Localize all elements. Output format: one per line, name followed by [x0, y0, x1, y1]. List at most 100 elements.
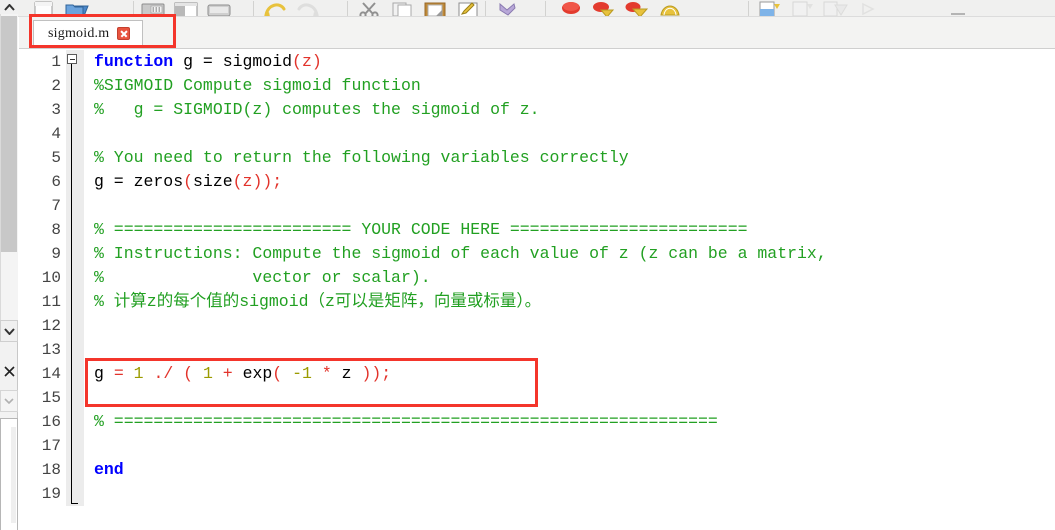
fold-column[interactable] [66, 74, 84, 98]
line-content[interactable]: % You need to return the following varia… [84, 146, 1055, 170]
fold-column[interactable] [66, 338, 84, 362]
line-content[interactable] [84, 314, 1055, 338]
code-line[interactable]: 2 %SIGMOID Compute sigmoid function [19, 74, 1055, 98]
fold-column[interactable] [66, 98, 84, 122]
fold-column[interactable] [66, 266, 84, 290]
code-line[interactable]: 13 [19, 338, 1055, 362]
code-line[interactable]: 10 % vector or scalar). [19, 266, 1055, 290]
stop-icon[interactable] [855, 1, 881, 16]
fold-column[interactable] [66, 290, 84, 314]
line-content[interactable]: % g = SIGMOID(z) computes the sigmoid of… [84, 98, 1055, 122]
code-line[interactable]: 16 % ====================================… [19, 410, 1055, 434]
code-line[interactable]: 9 % Instructions: Compute the sigmoid of … [19, 242, 1055, 266]
fold-column[interactable] [66, 122, 84, 146]
code-line[interactable]: 18 end [19, 458, 1055, 482]
code-line[interactable]: 8 % ======================== YOUR CODE HE… [19, 218, 1055, 242]
token-blk: z [341, 364, 362, 383]
code-line[interactable]: 11 % 计算z的每个值的sigmoid（z可以是矩阵，向量或标量）。 [19, 290, 1055, 314]
new-script-icon[interactable] [30, 1, 56, 16]
code-line[interactable]: 7 [19, 194, 1055, 218]
line-content[interactable] [84, 434, 1055, 458]
line-content[interactable] [84, 122, 1055, 146]
undo-icon[interactable] [262, 1, 288, 16]
fold-column[interactable] [66, 458, 84, 482]
fold-column[interactable] [66, 386, 84, 410]
scrollbar-thumb[interactable] [1, 16, 17, 252]
line-content[interactable]: % vector or scalar). [84, 266, 1055, 290]
toolbar-group-clipboard [356, 0, 481, 16]
print-icon[interactable] [206, 1, 232, 16]
line-content[interactable]: function g = sigmoid(z) [84, 50, 1055, 74]
fold-column[interactable] [66, 434, 84, 458]
fold-column[interactable] [66, 218, 84, 242]
close-icon[interactable] [117, 27, 131, 40]
token-red: * [321, 364, 342, 383]
copy-icon[interactable] [389, 1, 415, 16]
line-content[interactable] [84, 338, 1055, 362]
line-number: 19 [19, 482, 66, 506]
line-content[interactable]: g = 1 ./ ( 1 + exp( -1 * z )); [84, 362, 1055, 386]
tab-bar: sigmoid.m [19, 17, 1055, 49]
chevron-down-icon[interactable] [0, 390, 18, 412]
code-line[interactable]: 3 % g = SIGMOID(z) computes the sigmoid o… [19, 98, 1055, 122]
fold-column[interactable] [66, 146, 84, 170]
fold-column[interactable] [66, 362, 84, 386]
code-line[interactable]: 15 [19, 386, 1055, 410]
fold-column[interactable] [66, 410, 84, 434]
line-content[interactable]: % ======================================… [84, 410, 1055, 434]
step-icon[interactable] [657, 1, 683, 16]
chevron-down-icon[interactable] [0, 320, 18, 342]
close-icon[interactable] [0, 360, 18, 382]
line-content[interactable]: end [84, 458, 1055, 482]
save-icon[interactable] [140, 1, 166, 16]
step-out-icon[interactable] [789, 1, 815, 16]
line-content[interactable] [84, 386, 1055, 410]
code-line[interactable]: 4 [19, 122, 1055, 146]
code-line[interactable]: 5 % You need to return the following vari… [19, 146, 1055, 170]
toolbar-group-run [558, 0, 683, 16]
code-line[interactable]: 12 [19, 314, 1055, 338]
line-content[interactable]: % 计算z的每个值的sigmoid（z可以是矩阵，向量或标量）。 [84, 290, 1055, 314]
continue-icon[interactable] [822, 1, 848, 16]
collapse-fold-icon[interactable] [67, 54, 77, 64]
paste-icon[interactable] [422, 1, 448, 16]
edit-icon[interactable] [455, 1, 481, 16]
code-editor[interactable]: 1 function g = sigmoid(z) 2 %SIGMOID Comput… [19, 50, 1055, 530]
fold-column[interactable] [66, 242, 84, 266]
run-and-advance-icon[interactable] [591, 1, 617, 16]
left-scroll-rail [0, 0, 18, 530]
open-file-icon[interactable] [63, 1, 89, 16]
token-red: ( [272, 364, 293, 383]
redo-icon[interactable] [295, 1, 321, 16]
chevron-up-icon[interactable] [0, 0, 18, 14]
fold-column[interactable] [66, 194, 84, 218]
code-line[interactable]: 6 g = zeros(size(z)); [19, 170, 1055, 194]
toolbar-separator [485, 1, 486, 16]
line-content[interactable]: % ======================== YOUR CODE HER… [84, 218, 1055, 242]
fold-column[interactable] [66, 314, 84, 338]
token-blk: exp [242, 364, 273, 383]
line-number: 15 [19, 386, 66, 410]
line-content[interactable] [84, 482, 1055, 506]
token-red: (z)); [232, 172, 283, 191]
breakpoint-icon[interactable] [494, 1, 520, 16]
line-number: 9 [19, 242, 66, 266]
code-line[interactable]: 14 g = 1 ./ ( 1 + exp( -1 * z )); [19, 362, 1055, 386]
compare-icon[interactable] [173, 1, 199, 16]
line-content[interactable]: g = zeros(size(z)); [84, 170, 1055, 194]
side-panel [0, 418, 18, 530]
line-content[interactable]: %SIGMOID Compute sigmoid function [84, 74, 1055, 98]
editor-area: sigmoid.m 1 function g = sigmoid(z) 2 %SIGM… [19, 17, 1055, 530]
fold-column[interactable] [66, 170, 84, 194]
run-icon[interactable] [558, 1, 584, 16]
run-section-icon[interactable] [624, 1, 650, 16]
cut-icon[interactable] [356, 1, 382, 16]
code-line[interactable]: 1 function g = sigmoid(z) [19, 50, 1055, 74]
tab-sigmoid-m[interactable]: sigmoid.m [33, 20, 144, 47]
line-content[interactable]: % Instructions: Compute the sigmoid of e… [84, 242, 1055, 266]
code-line[interactable]: 19 [19, 482, 1055, 506]
more-options-icon[interactable] [945, 1, 971, 16]
code-line[interactable]: 17 [19, 434, 1055, 458]
step-in-icon[interactable] [756, 1, 782, 16]
line-content[interactable] [84, 194, 1055, 218]
